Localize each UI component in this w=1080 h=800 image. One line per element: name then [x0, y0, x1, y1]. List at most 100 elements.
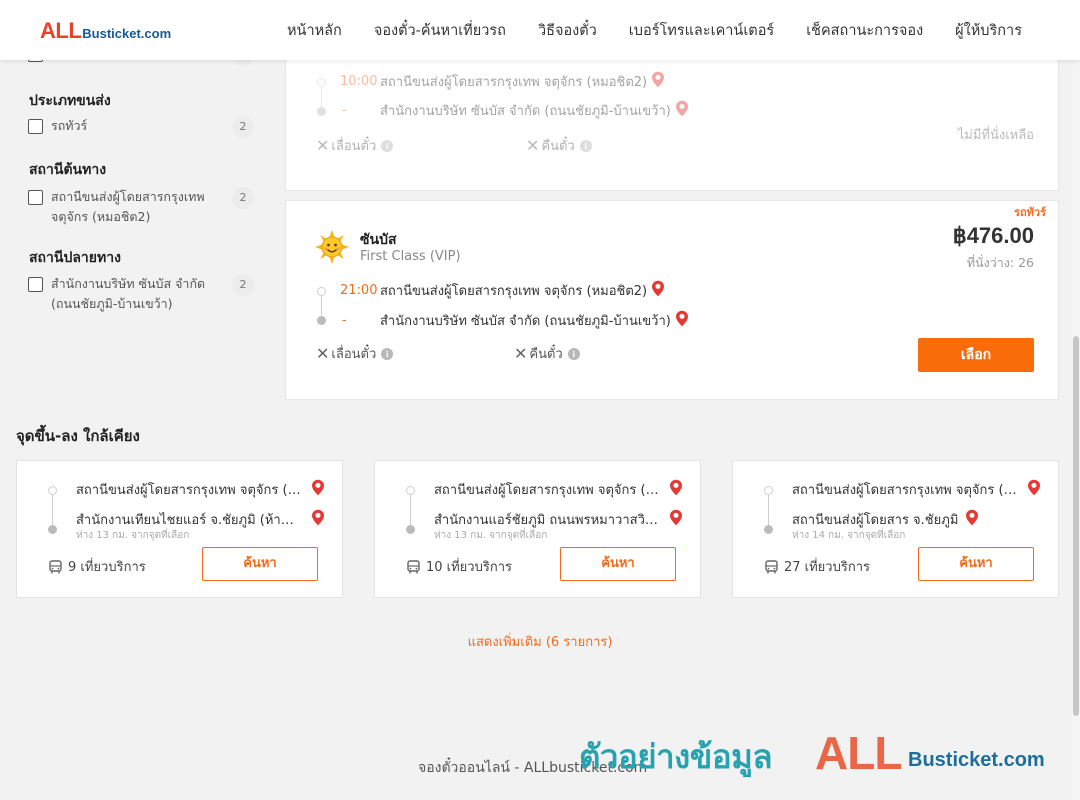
nearby-distance: ห่าง 13 กม. จากจุดที่เลือก	[76, 530, 190, 541]
watermark-sample-text: ตัวอย่างข้อมูล	[579, 737, 773, 776]
no-seats-status: ไม่มีที่นั่งเหลือ	[957, 128, 1034, 143]
operator-sun-logo-icon	[314, 229, 350, 269]
filter-checkbox[interactable]	[28, 277, 43, 292]
filter-checkbox[interactable]	[28, 119, 43, 134]
filter-item-origin[interactable]: สถานีขนส่งผู้โดยสารกรุงเทพ จตุจักร (หมอช…	[28, 187, 256, 227]
filter-title-origin: สถานีต้นทาง	[29, 162, 107, 178]
filter-label: รถทัวร์	[51, 118, 88, 133]
trip-arrive-row: - สำนักงานบริษัท ซันบัส จำกัด (ถนนชัยภูม…	[340, 100, 689, 121]
change-ticket-policy: ✕ เลื่อนตั๋ว i	[316, 343, 394, 364]
bus-icon	[407, 559, 420, 574]
map-pin-icon[interactable]	[675, 100, 689, 121]
map-pin-icon[interactable]	[669, 509, 683, 530]
nearby-distance: ห่าง 14 กม. จากจุดที่เลือก	[792, 530, 906, 541]
nearby-card: สถานีขนส่งผู้โดยสารกรุงเทพ จตุจักร (หมอช…	[16, 460, 343, 598]
map-pin-icon[interactable]	[651, 71, 665, 92]
logo-busticket: Busticket.com	[82, 26, 172, 41]
nearby-search-button[interactable]: ค้นหา	[202, 547, 318, 581]
main-nav: หน้าหลัก จองตั๋ว-ค้นหาเที่ยวรถ วิธีจองตั…	[271, 0, 1080, 60]
nearby-to: สถานีขนส่งผู้โดยสาร จ.ชัยภูมิ	[792, 513, 959, 528]
depart-station: สถานีขนส่งผู้โดยสารกรุงเทพ จตุจักร (หมอช…	[380, 75, 648, 90]
depart-station: สถานีขนส่งผู้โดยสารกรุงเทพ จตุจักร (หมอช…	[380, 284, 648, 299]
site-header: ALL Busticket.com หน้าหลัก จองตั๋ว-ค้นหา…	[0, 0, 1080, 60]
depart-time: 10:00	[340, 74, 378, 89]
seat-class: First Class (VIP)	[360, 249, 461, 264]
show-more-link[interactable]: แสดงเพิ่มเติม (6 รายการ)	[0, 631, 1080, 652]
filter-title-destination: สถานีปลายทาง	[29, 250, 121, 266]
nearby-to: สำนักงานเทียนไชยแอร์ จ.ชัยภูมิ (ห้าแยก)	[76, 513, 301, 528]
map-pin-icon[interactable]	[669, 479, 683, 500]
nav-book-search[interactable]: จองตั๋ว-ค้นหาเที่ยวรถ	[374, 19, 506, 42]
trip-depart-row: 10:00 สถานีขนส่งผู้โดยสารกรุงเทพ จตุจักร…	[340, 71, 665, 92]
change-ticket-label: เลื่อนตั๋ว	[331, 347, 377, 362]
nearby-from: สถานีขนส่งผู้โดยสารกรุงเทพ จตุจักร (หมอช…	[76, 483, 301, 498]
nearby-search-button[interactable]: ค้นหา	[918, 547, 1034, 581]
nearby-card: สถานีขนส่งผู้โดยสารกรุงเทพ จตุจักร (หมอช…	[374, 460, 701, 598]
refund-ticket-label: คืนตั๋ว	[529, 347, 563, 362]
cross-icon: ✕	[514, 344, 528, 363]
filter-item-destination[interactable]: สำนักงานบริษัท ซันบัส จำกัด (ถนนชัยภูมิ-…	[28, 274, 256, 314]
info-icon[interactable]: i	[579, 139, 592, 152]
map-pin-icon[interactable]	[965, 509, 979, 530]
bus-icon	[765, 559, 778, 574]
timeline-start-dot	[317, 78, 326, 87]
nav-operators[interactable]: ผู้ให้บริการ	[955, 19, 1022, 42]
nav-phone-counters[interactable]: เบอร์โทรและเคาน์เตอร์	[629, 19, 774, 42]
info-icon[interactable]: i	[381, 347, 394, 360]
depart-time: 21:00	[340, 283, 378, 298]
map-pin-icon[interactable]	[1027, 479, 1041, 500]
nearby-from: สถานีขนส่งผู้โดยสารกรุงเทพ จตุจักร (หมอช…	[792, 483, 1017, 498]
filter-item-tour-bus[interactable]: รถทัวร์ 2	[28, 116, 256, 138]
nav-how-to-book[interactable]: วิธีจองตั๋ว	[538, 19, 597, 42]
timeline-end-dot	[764, 525, 773, 534]
trip-card-soldout: 10:00 สถานีขนส่งผู้โดยสารกรุงเทพ จตุจักร…	[285, 40, 1059, 191]
filter-checkbox[interactable]	[28, 190, 43, 205]
available-seats: ที่นั่งว่าง: 26	[966, 255, 1034, 270]
nav-check-status[interactable]: เช็คสถานะการจอง	[806, 19, 923, 42]
change-ticket-policy: ✕ เลื่อนตั๋ว i	[316, 135, 394, 156]
info-icon[interactable]: i	[567, 347, 580, 360]
timeline-start-dot	[406, 486, 415, 495]
timeline-end-dot	[406, 525, 415, 534]
arrive-station: สำนักงานบริษัท ซันบัส จำกัด (ถนนชัยภูมิ-…	[380, 104, 671, 119]
select-trip-button[interactable]: เลือก	[918, 338, 1034, 372]
bus-type-badge: รถทัวร์	[1014, 206, 1046, 219]
refund-ticket-label: คืนตั๋ว	[541, 139, 575, 154]
nearby-distance: ห่าง 13 กม. จากจุดที่เลือก	[434, 530, 548, 541]
scrollbar-thumb[interactable]	[1073, 336, 1079, 716]
filter-label: สำนักงานบริษัท ซันบัส จำกัด (ถนนชัยภูมิ-…	[51, 276, 206, 311]
map-pin-icon[interactable]	[311, 479, 325, 500]
nearby-search-button[interactable]: ค้นหา	[560, 547, 676, 581]
nearby-trip-count: 10 เที่ยวบริการ	[426, 560, 512, 575]
filter-count: 2	[232, 116, 254, 138]
change-ticket-label: เลื่อนตั๋ว	[331, 139, 377, 154]
filter-label: สถานีขนส่งผู้โดยสารกรุงเทพ จตุจักร (หมอช…	[51, 189, 205, 224]
timeline-start-dot	[48, 486, 57, 495]
timeline-line	[52, 495, 53, 525]
filter-title-transport: ประเภทขนส่ง	[29, 93, 111, 109]
ticket-price: ฿476.00	[952, 223, 1034, 248]
cross-icon: ✕	[526, 136, 540, 155]
refund-ticket-policy: ✕ คืนตั๋ว i	[526, 135, 592, 156]
timeline-line	[321, 87, 322, 107]
timeline-line	[410, 495, 411, 525]
page-scrollbar[interactable]	[1072, 60, 1080, 800]
map-pin-icon[interactable]	[311, 509, 325, 530]
timeline-end-dot	[317, 107, 326, 116]
map-pin-icon[interactable]	[651, 280, 665, 301]
site-logo[interactable]: ALL Busticket.com	[40, 18, 171, 44]
nearby-card: สถานีขนส่งผู้โดยสารกรุงเทพ จตุจักร (หมอช…	[732, 460, 1059, 598]
info-icon[interactable]: i	[381, 139, 394, 152]
nearby-from: สถานีขนส่งผู้โดยสารกรุงเทพ จตุจักร (หมอช…	[434, 483, 659, 498]
map-pin-icon[interactable]	[675, 310, 689, 331]
bus-icon	[49, 559, 62, 574]
arrive-dash: -	[342, 103, 347, 118]
nearby-trip-count: 9 เที่ยวบริการ	[68, 560, 146, 575]
nav-home[interactable]: หน้าหลัก	[287, 19, 342, 42]
cross-icon: ✕	[316, 344, 330, 363]
nearby-trips: 27 เที่ยวบริการ	[765, 556, 870, 577]
cross-icon: ✕	[316, 136, 330, 155]
timeline-end-dot	[317, 316, 326, 325]
watermark-logo-all: ALL	[815, 727, 902, 779]
nearby-trip-count: 27 เที่ยวบริการ	[784, 560, 870, 575]
